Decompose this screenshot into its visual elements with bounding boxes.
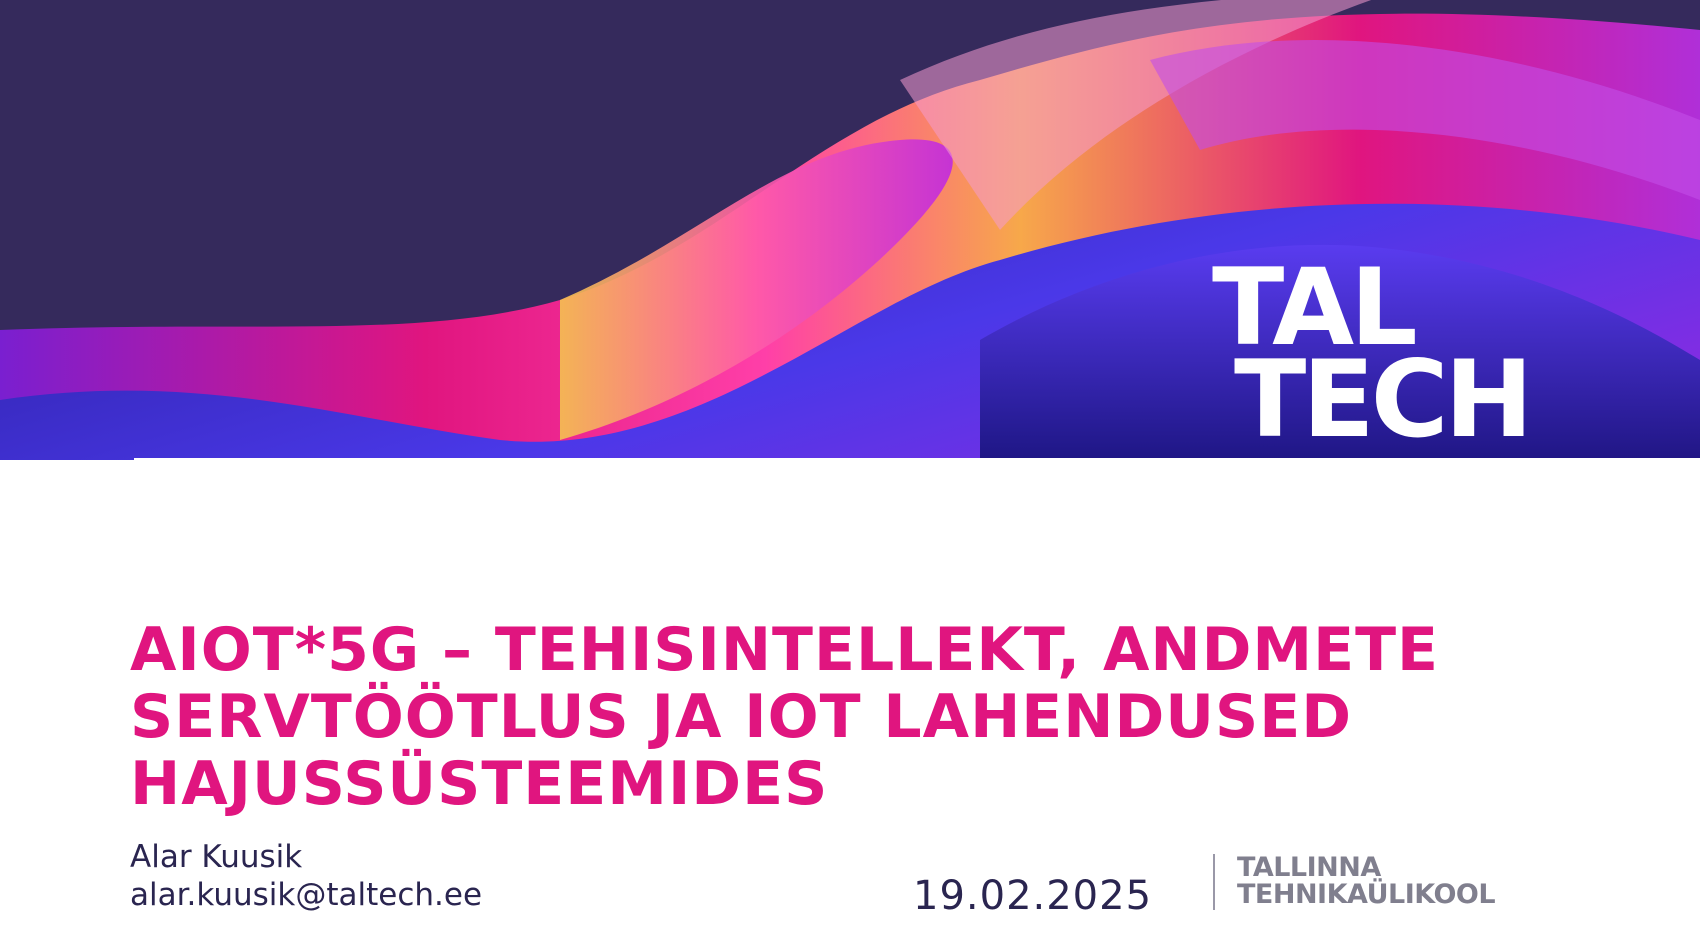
presentation-date: 19.02.2025 bbox=[913, 873, 1153, 919]
author-block: Alar Kuusik alar.kuusik@taltech.ee bbox=[130, 838, 482, 914]
university-logo-line-2: TEHNIKAÜLIKOOL bbox=[1237, 879, 1496, 910]
content-panel-step bbox=[64, 530, 136, 944]
university-logo-line-1: TALLINNA bbox=[1237, 852, 1381, 883]
author-email: alar.kuusik@taltech.ee bbox=[130, 877, 483, 913]
university-logo: TALLINNA TEHNIKAÜLIKOOL bbox=[1213, 852, 1496, 910]
slide-title: AIOT*5G – TEHISINTELLEKT, ANDMETE SERVTÖ… bbox=[130, 617, 1650, 818]
taltech-logo: TAL TECH bbox=[1212, 255, 1572, 462]
content-panel-bottom bbox=[0, 672, 66, 944]
logo-line-2: TECH bbox=[1234, 338, 1533, 461]
title-line-2: SERVTÖÖTLUS JA IOT LAHENDUSED bbox=[130, 682, 1353, 752]
title-line-3: HAJUSSÜSTEEMIDES bbox=[130, 749, 829, 819]
title-line-1: AIOT*5G – TEHISINTELLEKT, ANDMETE bbox=[130, 615, 1440, 685]
author-name: Alar Kuusik bbox=[130, 839, 303, 875]
